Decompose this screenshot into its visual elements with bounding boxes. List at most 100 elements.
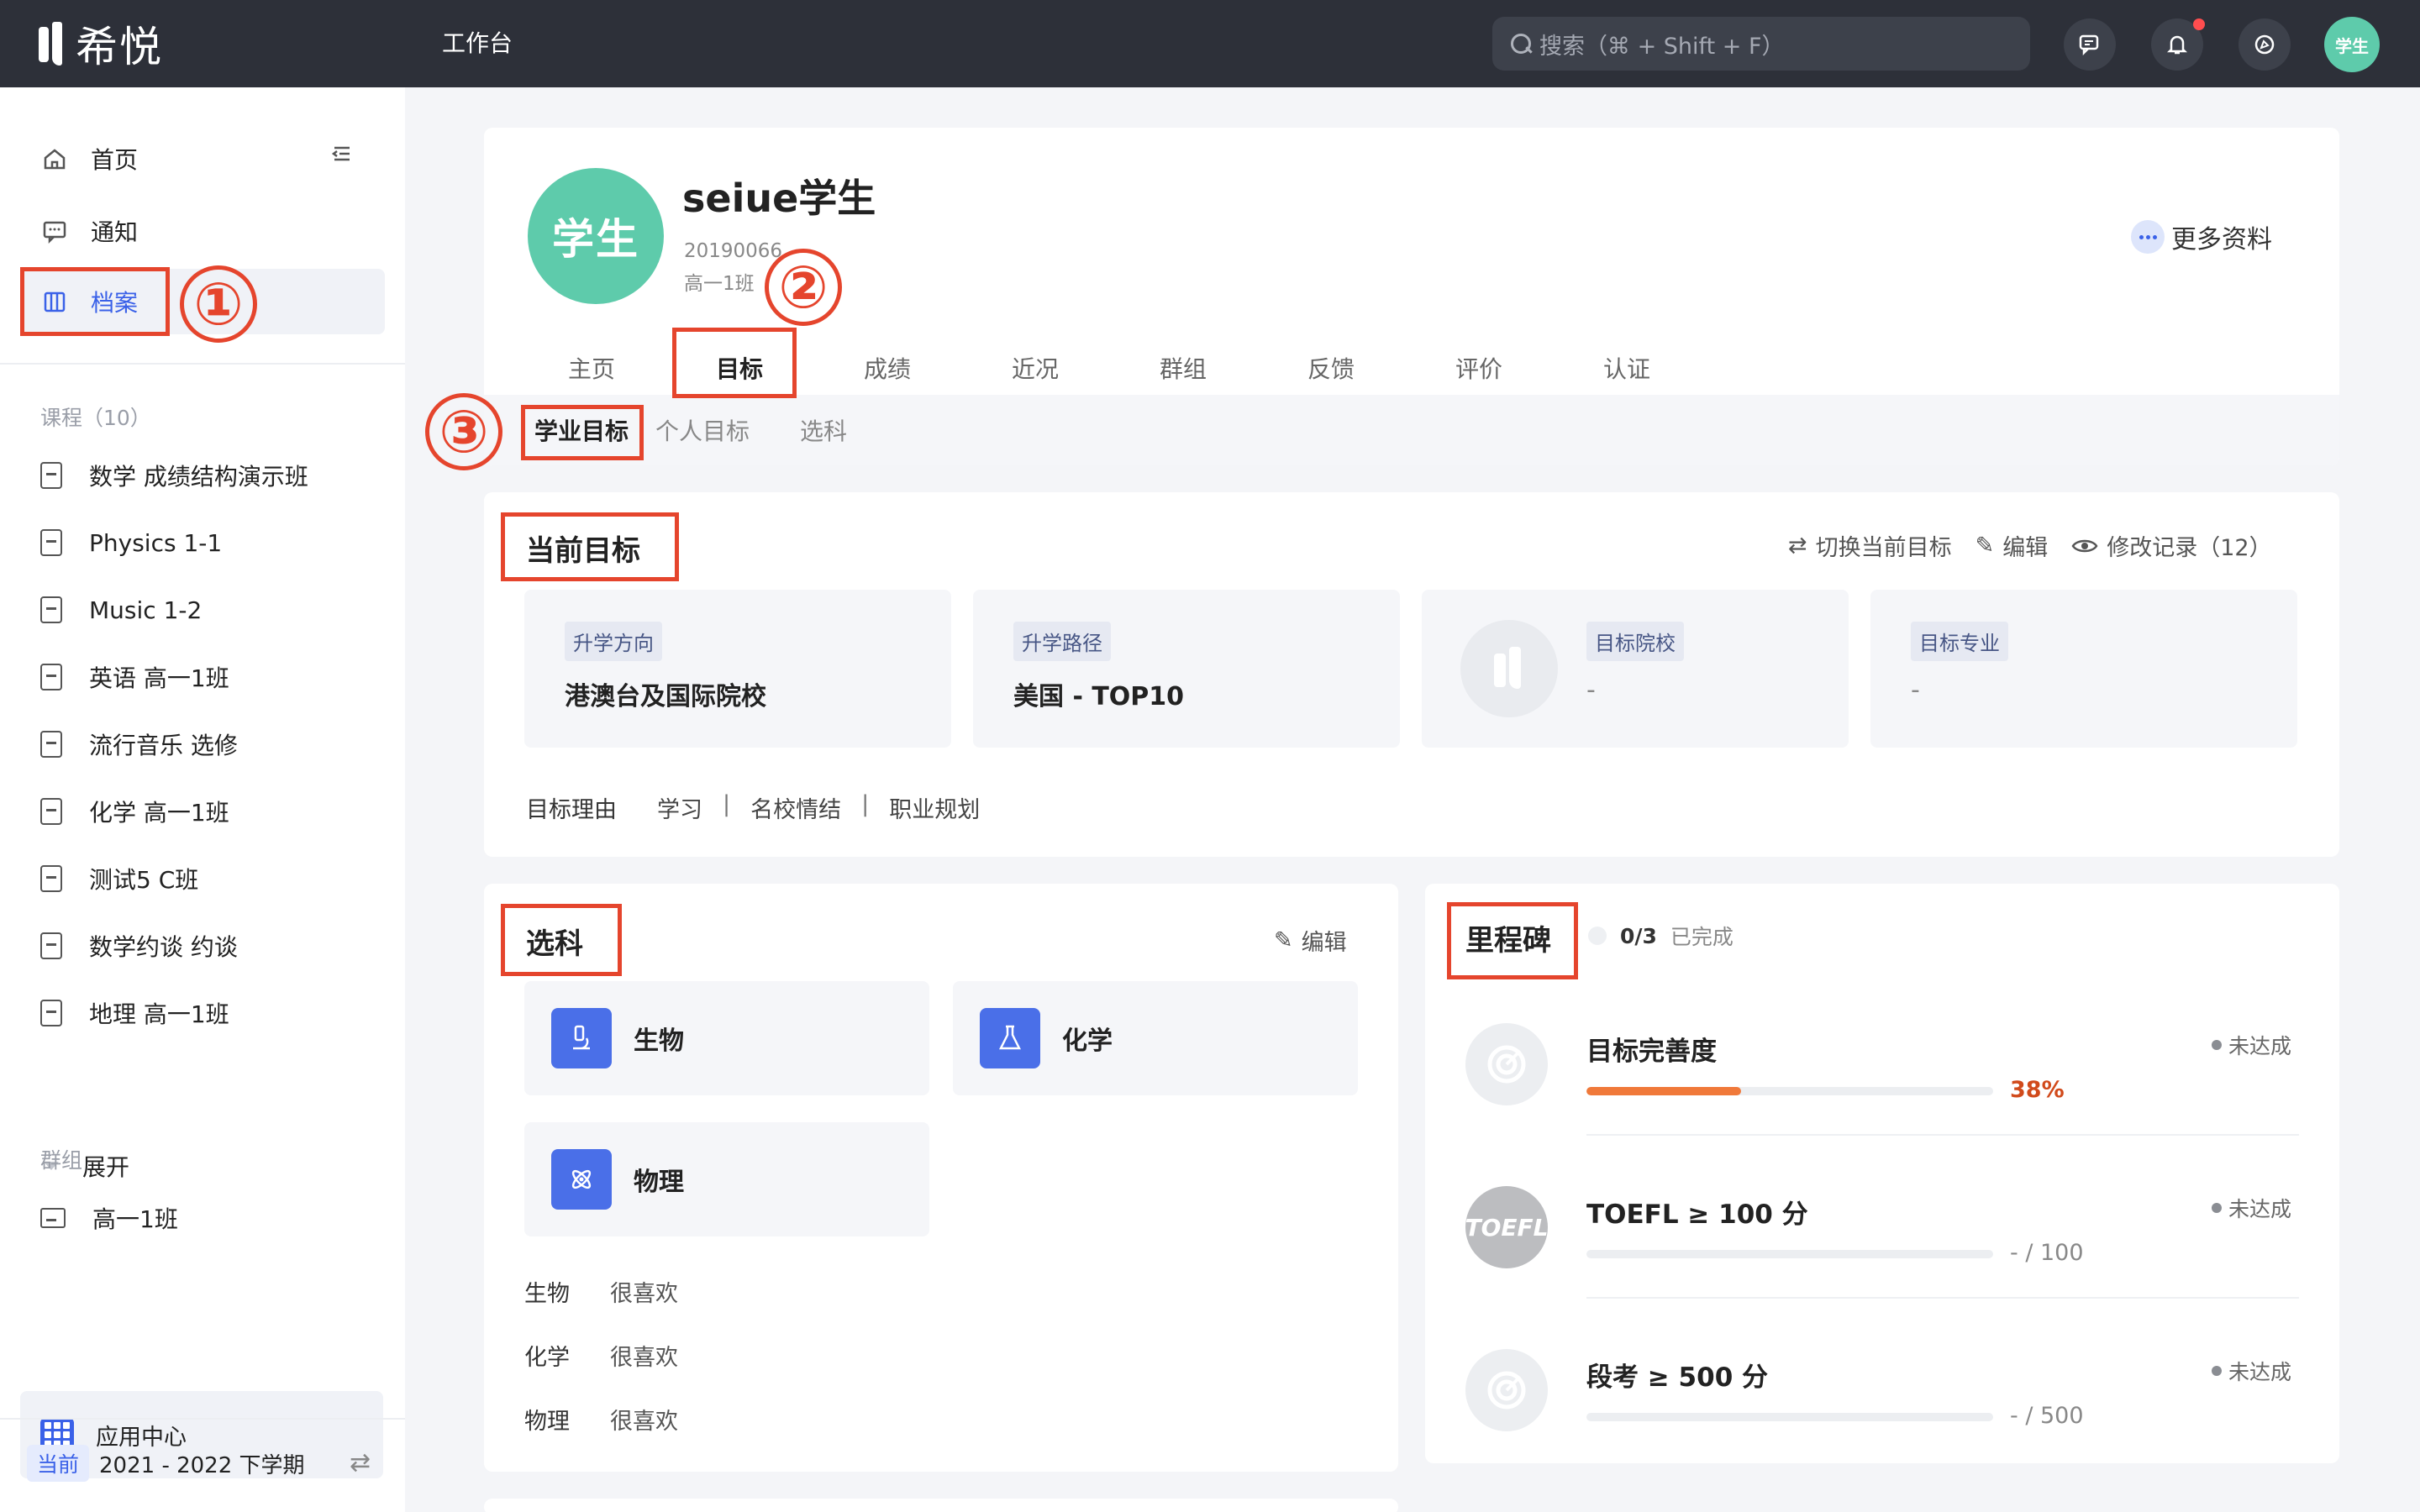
chat-button[interactable] [2064,18,2116,71]
annotation-box-academic-goal [521,405,644,460]
switch-goal-button[interactable]: ⇄ 切换当前目标 [1788,529,1952,562]
goal-reasons: 目标理由 学习 | 名校情结 | 职业规划 [526,791,981,823]
tab-evaluation[interactable]: 评价 [1420,344,1538,395]
swap-icon[interactable]: ⇄ [350,1448,371,1478]
course-item[interactable]: 地理 高一1班 [40,990,229,1037]
history-button[interactable]: 修改记录（12） [2071,529,2272,562]
student-id: 20190066 [684,240,783,262]
milestone-item[interactable]: TOEFL TOEFL ≥ 100 分 未达成 - / 100 [1425,1147,2339,1312]
preference-row: 生物 很喜欢 [524,1275,678,1308]
course-label: 数学约谈 约谈 [89,933,238,961]
goal-tag: 升学方向 [565,622,662,661]
group-icon [40,1208,66,1228]
edit-goal-label: 编辑 [2002,535,2049,561]
course-icon [40,865,62,892]
annotation-box-archive [20,267,170,336]
subtab-personal-goal[interactable]: 个人目标 [655,413,750,447]
microscope-icon [551,1008,612,1068]
course-item[interactable]: 数学约谈 约谈 [40,922,238,969]
edit-goal-button[interactable]: ✎ 编辑 [1975,529,2049,562]
milestone-value: 38% [2010,1077,2065,1103]
pencil-icon: ✎ [1274,927,1293,953]
collapse-sidebar-icon[interactable] [329,141,358,170]
subtab-elective[interactable]: 选科 [800,413,847,447]
eye-icon [2071,537,2098,555]
edit-elective-button[interactable]: ✎ 编辑 [1274,924,1347,957]
milestone-count-suffix: 已完成 [1670,925,1733,949]
logo-mark-icon [37,22,67,66]
workbench-title[interactable]: 工作台 [442,25,513,62]
tab-groups[interactable]: 群组 [1124,344,1242,395]
target-icon [1465,1023,1548,1105]
progress-ring-icon [1588,927,1607,945]
course-label: 测试5 C班 [89,866,199,894]
course-item[interactable]: Music 1-2 [40,586,202,633]
milestone-status: 未达成 [2212,1356,2291,1386]
goal-tile-direction: 升学方向 港澳台及国际院校 [524,590,951,748]
course-icon [40,462,62,489]
course-item[interactable]: 流行音乐 选修 [40,721,238,768]
top-bar: 希悦 工作台 搜索（⌘ + Shift + F） 学生 [0,0,2420,87]
reason-label: 目标理由 [526,797,617,823]
course-item[interactable]: 英语 高一1班 [40,654,229,701]
course-label: 流行音乐 选修 [89,732,238,759]
subject-biology: 生物 [524,981,929,1095]
term-badge: 当前 [27,1445,90,1482]
more-info-button[interactable]: 更多资料 [2131,218,2272,255]
sidebar-divider [0,363,405,365]
more-info-label: 更多资料 [2171,225,2272,255]
goal-tile-school: 目标院校 - [1422,590,1849,748]
annotation-box-current-goal [501,512,679,581]
user-avatar[interactable]: 学生 [2324,17,2380,72]
milestone-title-text: 段考 ≥ 500 分 [1586,1362,1769,1393]
school-logo-icon [1460,620,1558,717]
group-item[interactable]: 高一1班 [40,1194,178,1242]
term-selector[interactable]: 当前 2021 - 2022 下学期 [27,1445,305,1482]
preference-value: 很喜欢 [610,1345,678,1371]
milestone-count: 0/3 已完成 [1588,921,1733,951]
groups-section-title: 群组 [40,1148,83,1173]
atom-icon [551,1149,612,1210]
logo[interactable]: 希悦 [37,20,163,71]
reason-item: 职业规划 [889,797,981,823]
reason-item: 名校情结 [750,797,842,823]
swap-icon: ⇄ [1788,533,1807,559]
goal-value: - [1911,675,1920,705]
tab-feedback[interactable]: 反馈 [1272,344,1390,395]
annotation-box-elective [501,904,622,976]
course-icon [40,596,62,623]
tab-home[interactable]: 主页 [533,344,650,395]
compass-icon [2254,34,2275,55]
app-switch-button[interactable] [2238,18,2291,71]
course-icon [40,1000,62,1026]
milestone-status: 未达成 [2212,1193,2291,1223]
course-label: 化学 高一1班 [89,799,229,827]
annotation-box-milestone [1447,902,1578,979]
flask-icon [980,1008,1040,1068]
course-item[interactable]: 化学 高一1班 [40,788,229,835]
logo-text: 希悦 [76,23,163,71]
milestone-progress-bar [1586,1087,1993,1095]
tab-recent[interactable]: 近况 [976,344,1094,395]
term-label: 2021 - 2022 下学期 [99,1452,305,1478]
course-item[interactable]: Physics 1-1 [40,519,222,566]
sidebar-divider [0,1418,405,1420]
milestone-item[interactable]: 段考 ≥ 500 分 未达成 - / 500 [1425,1310,2339,1475]
course-icon [40,731,62,758]
milestone-item[interactable]: 目标完善度 未达成 38% [1425,984,2339,1149]
edit-label: 编辑 [1301,930,1347,956]
history-label: 修改记录（12） [2107,535,2272,561]
expand-label: 展开 [82,1153,130,1181]
course-item[interactable]: 测试5 C班 [40,855,198,902]
goal-actions: ⇄ 切换当前目标 ✎ 编辑 修改记录（12） [1788,529,2272,562]
search-input[interactable]: 搜索（⌘ + Shift + F） [1492,17,2030,71]
sidebar-item-notice[interactable]: 通知 [20,198,385,264]
tab-scores[interactable]: 成绩 [829,344,946,395]
profile-avatar: 学生 [528,168,664,304]
tab-certification[interactable]: 认证 [1568,344,1686,395]
course-item[interactable]: 数学 成绩结构演示班 [40,452,308,499]
goal-subtabs: 学业目标 个人目标 选科 [484,395,2339,465]
preference-subject: 物理 [524,1409,570,1435]
goal-tag: 升学路径 [1013,622,1111,661]
message-icon [40,217,69,245]
